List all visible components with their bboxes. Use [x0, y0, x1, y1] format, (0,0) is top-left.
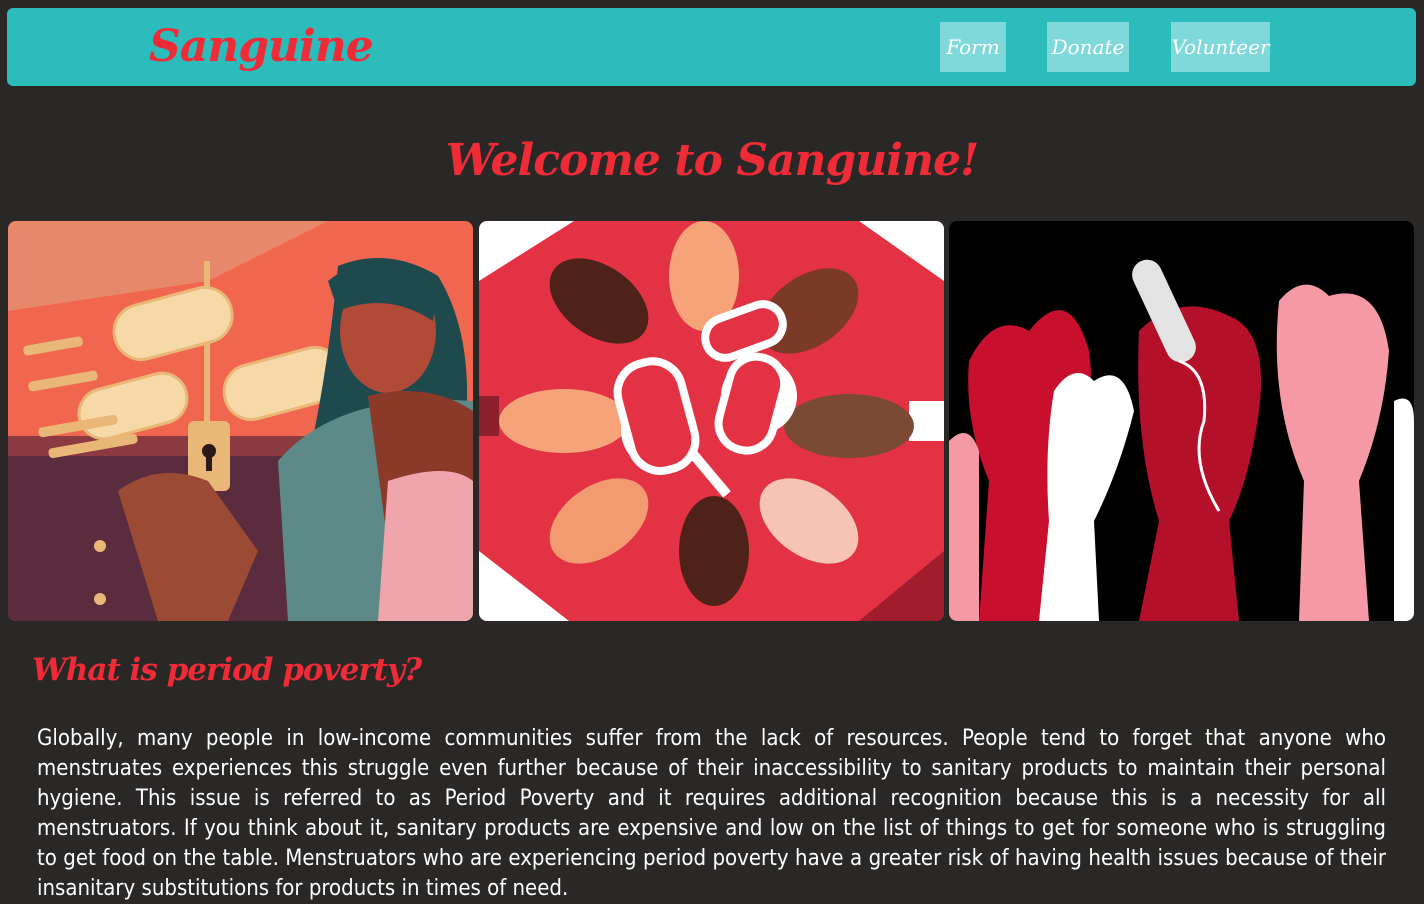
brand-logo[interactable]: Sanguine [149, 22, 374, 72]
gallery-image-3 [949, 221, 1414, 621]
hands-reaching-for-pads-illustration [479, 221, 944, 621]
nav-form-button[interactable]: Form [940, 22, 1006, 72]
gallery-image-1 [8, 221, 473, 621]
nav-volunteer-button[interactable]: Volunteer [1171, 22, 1270, 72]
woman-at-locked-product-case-illustration [8, 221, 473, 621]
nav-donate-button[interactable]: Donate [1047, 22, 1129, 72]
raised-hands-holding-tampon-illustration [949, 221, 1414, 621]
gallery-image-2 [479, 221, 944, 621]
welcome-heading: Welcome to Sanguine! [445, 135, 980, 186]
top-navbar: Sanguine Form Donate Volunteer [7, 8, 1416, 86]
section-heading: What is period poverty? [32, 652, 422, 688]
period-poverty-paragraph: Globally, many people in low-income comm… [37, 726, 1386, 901]
